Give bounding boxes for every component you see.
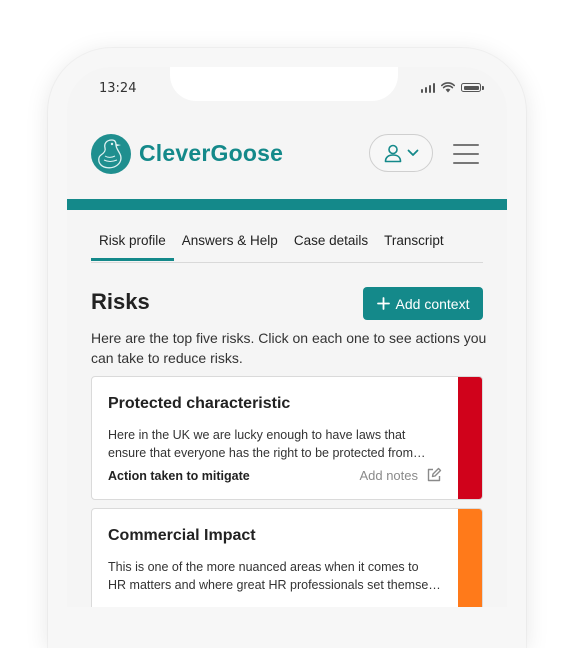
add-context-label: Add context (395, 295, 470, 312)
phone-notch (170, 67, 398, 101)
add-notes-button[interactable]: Add notes (359, 467, 442, 483)
wifi-icon (441, 82, 455, 93)
cellular-signal-icon (420, 82, 435, 93)
header-accent-bar (67, 199, 507, 210)
status-icons (420, 82, 484, 93)
risks-intro-text: Here are the top five risks. Click on ea… (91, 330, 487, 366)
severity-indicator (458, 377, 482, 499)
risk-card-protected-characteristic[interactable]: Protected characteristic Here in the UK … (91, 376, 483, 500)
app-header: CleverGoose (67, 127, 507, 187)
add-context-button[interactable]: Add context (363, 287, 483, 320)
risk-card-title: Commercial Impact (108, 527, 256, 544)
hamburger-menu-icon[interactable] (453, 144, 479, 164)
tab-answers-help[interactable]: Answers & Help (174, 227, 286, 261)
tab-bar: Risk profile Answers & Help Case details… (91, 227, 483, 263)
page-title: Risks (91, 289, 150, 314)
user-icon (384, 144, 402, 163)
severity-indicator (458, 509, 482, 607)
goose-logo-icon[interactable] (91, 134, 131, 174)
risk-card-description: This is one of the more nuanced areas wh… (108, 560, 441, 592)
tab-risk-profile[interactable]: Risk profile (91, 227, 174, 261)
app-screen: 13:24 CleverGoose Risk profile Answers &… (67, 67, 507, 607)
action-taken-label[interactable]: Action taken to mitigate (108, 469, 250, 483)
add-notes-label: Add notes (359, 467, 418, 483)
battery-icon (461, 83, 484, 92)
status-time: 13:24 (99, 81, 137, 96)
tab-transcript[interactable]: Transcript (376, 227, 452, 261)
risk-card-title: Protected characteristic (108, 395, 291, 412)
edit-icon (427, 467, 442, 482)
brand-name[interactable]: CleverGoose (139, 140, 283, 167)
risk-card-commercial-impact[interactable]: Commercial Impact This is one of the mor… (91, 508, 483, 607)
chevron-down-icon (407, 149, 419, 156)
profile-menu-button[interactable] (369, 134, 433, 172)
plus-icon (376, 297, 390, 310)
risk-card-description: Here in the UK we are lucky enough to ha… (108, 428, 426, 460)
tab-case-details[interactable]: Case details (286, 227, 376, 261)
